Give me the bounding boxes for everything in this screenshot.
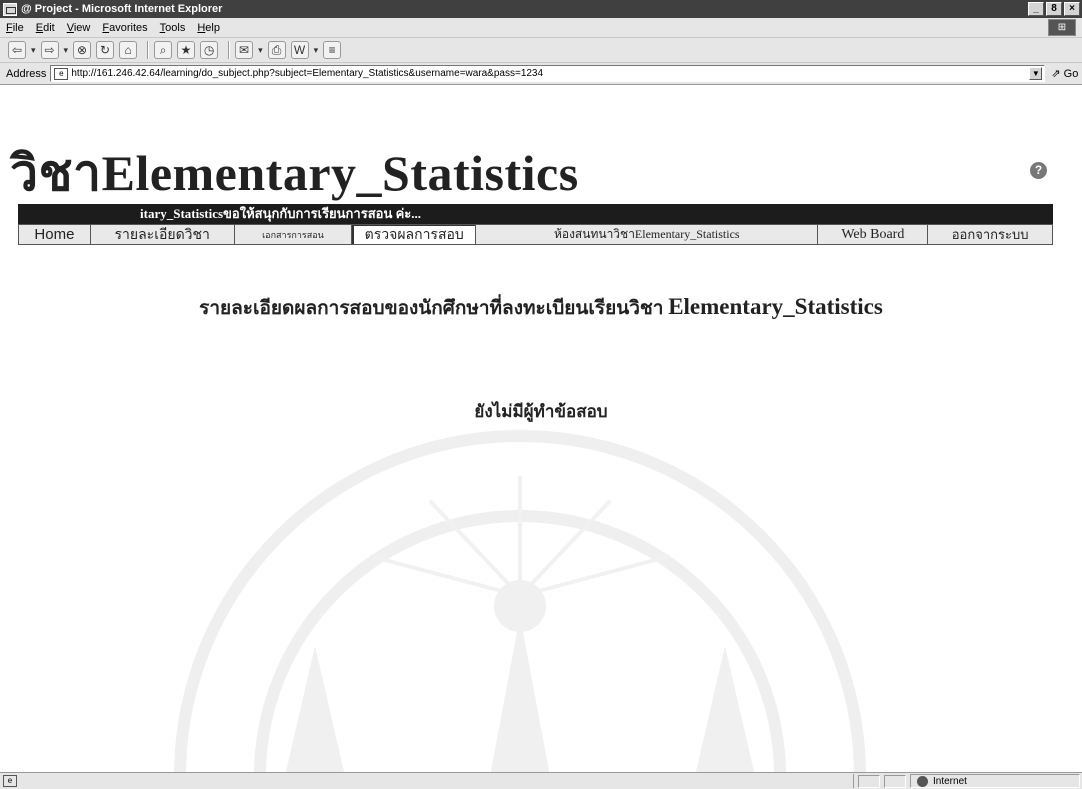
toolbar: ⇦ ▾ ⇨ ▾ ⊗ ↻ ⌂ ⌕ ★ ◷ ✉ ▾ ⎙ W ▾ ≡ bbox=[0, 38, 1082, 63]
go-arrow-icon: ⇗ bbox=[1051, 68, 1061, 80]
back-icon[interactable]: ⇦ bbox=[8, 41, 26, 59]
status-pane bbox=[858, 774, 880, 788]
history-icon[interactable]: ◷ bbox=[200, 41, 219, 59]
nav-teaching-docs[interactable]: เอกสารการสอน bbox=[234, 225, 353, 244]
go-button[interactable]: ⇗ Go bbox=[1051, 67, 1078, 80]
stop-icon[interactable]: ⊗ bbox=[73, 41, 92, 59]
menu-tools[interactable]: Tools bbox=[160, 22, 186, 34]
no-results-message: ยังไม่มีผู้ทำข้อสอบ bbox=[474, 402, 608, 421]
title-bar: @ Project - Microsoft Internet Explorer … bbox=[0, 0, 1082, 18]
page-title: วิชาElementary_Statistics bbox=[10, 145, 579, 201]
menu-favorites[interactable]: Favorites bbox=[102, 22, 147, 34]
nav-home[interactable]: Home bbox=[19, 225, 91, 244]
help-icon[interactable]: ? bbox=[1030, 162, 1047, 179]
edit-dropdown-icon[interactable]: ▾ bbox=[314, 45, 319, 56]
page-icon: e bbox=[54, 67, 69, 80]
page-content: วิชาElementary_Statistics ? itary_Statis… bbox=[0, 86, 1082, 772]
close-button[interactable]: × bbox=[1064, 2, 1080, 16]
status-bar: e Internet bbox=[0, 772, 1082, 789]
toolbar-separator bbox=[228, 41, 231, 59]
home-icon[interactable]: ⌂ bbox=[119, 41, 138, 59]
course-nav: Home รายละเอียดวิชา เอกสารการสอน ตรวจผลก… bbox=[18, 224, 1053, 245]
mail-dropdown-icon[interactable]: ▾ bbox=[258, 45, 263, 56]
results-heading-subject: Elementary_Statistics bbox=[668, 294, 883, 319]
window-title: @ Project - Microsoft Internet Explorer bbox=[21, 3, 223, 15]
nav-course-detail[interactable]: รายละเอียดวิชา bbox=[90, 225, 235, 244]
menu-view[interactable]: View bbox=[67, 22, 91, 34]
status-pane bbox=[884, 774, 906, 788]
address-input[interactable]: e http://161.246.42.64/learning/do_subje… bbox=[50, 65, 1046, 82]
nav-check-results[interactable]: ตรวจผลการสอบ bbox=[352, 225, 477, 244]
marquee-banner: itary_Statisticsขอให้สนุกกับการเรียนการส… bbox=[18, 204, 1053, 224]
nav-web-board[interactable]: Web Board bbox=[818, 225, 929, 244]
ie-window-icon[interactable] bbox=[3, 2, 17, 16]
address-bar: Address e http://161.246.42.64/learning/… bbox=[0, 63, 1082, 85]
menu-help[interactable]: Help bbox=[197, 22, 220, 34]
results-heading-prefix: รายละเอียดผลการสอบของนักศึกษาที่ลงทะเบีย… bbox=[199, 298, 669, 319]
mail-icon[interactable]: ✉ bbox=[235, 41, 254, 59]
favorites-icon[interactable]: ★ bbox=[177, 41, 196, 59]
print-icon[interactable]: ⎙ bbox=[267, 41, 286, 59]
search-icon[interactable]: ⌕ bbox=[154, 41, 173, 59]
menu-file[interactable]: File bbox=[6, 22, 24, 34]
edit-icon[interactable]: W bbox=[290, 41, 309, 59]
maximize-button[interactable]: 8 bbox=[1046, 2, 1062, 16]
results-heading: รายละเอียดผลการสอบของนักศึกษาที่ลงทะเบีย… bbox=[0, 293, 1082, 323]
address-url[interactable]: http://161.246.42.64/learning/do_subject… bbox=[71, 68, 543, 79]
forward-icon[interactable]: ⇨ bbox=[40, 41, 59, 59]
university-seal-watermark bbox=[174, 430, 866, 772]
toolbar-separator bbox=[147, 41, 150, 59]
window-controls: _ 8 × bbox=[1028, 2, 1080, 16]
nav-logout[interactable]: ออกจากระบบ bbox=[928, 225, 1052, 244]
security-zone[interactable]: Internet bbox=[910, 774, 1080, 788]
globe-icon bbox=[917, 775, 928, 787]
discuss-icon[interactable]: ≡ bbox=[323, 41, 342, 59]
back-dropdown-icon[interactable]: ▾ bbox=[31, 45, 36, 56]
windows-logo-icon: ⊞ bbox=[1048, 19, 1076, 36]
minimize-button[interactable]: _ bbox=[1028, 2, 1044, 16]
page-status-icon: e bbox=[3, 775, 17, 787]
zone-label: Internet bbox=[933, 775, 967, 787]
nav-chat-room[interactable]: ห้องสนทนาวิชาElementary_Statistics bbox=[476, 225, 819, 244]
go-label: Go bbox=[1063, 68, 1079, 80]
menu-bar: File Edit View Favorites Tools Help ⊞ bbox=[0, 18, 1082, 38]
forward-dropdown-icon[interactable]: ▾ bbox=[64, 45, 69, 56]
menu-edit[interactable]: Edit bbox=[36, 22, 55, 34]
address-dropdown-icon[interactable]: ▼ bbox=[1029, 67, 1043, 80]
status-separator bbox=[853, 774, 854, 788]
refresh-icon[interactable]: ↻ bbox=[96, 41, 115, 59]
address-label: Address bbox=[6, 67, 47, 80]
